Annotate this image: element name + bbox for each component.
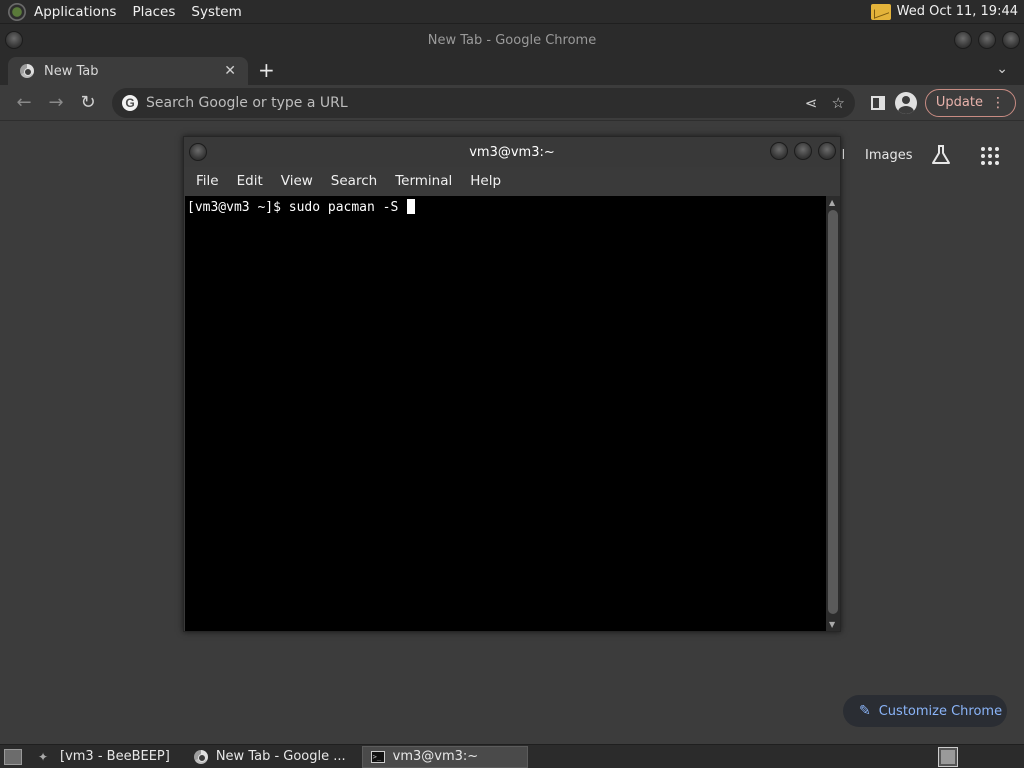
google-g-icon: G bbox=[122, 94, 138, 111]
panel-tray: Wed Oct 11, 19:44 bbox=[870, 3, 1024, 20]
window-controls bbox=[954, 31, 1020, 49]
window-menu-button[interactable] bbox=[5, 31, 23, 49]
images-link[interactable]: Images bbox=[865, 148, 913, 163]
terminal-icon: >_ bbox=[370, 750, 385, 763]
chrome-toolbar: ← → ↻ G Search Google or type a URL ⋖ ☆ … bbox=[0, 85, 1024, 121]
customize-label: Customize Chrome bbox=[878, 703, 1003, 719]
beebeep-icon: ✦ bbox=[38, 749, 49, 764]
update-label: Update bbox=[935, 95, 983, 110]
terminal-menu-terminal[interactable]: Terminal bbox=[387, 173, 460, 189]
show-desktop-icon[interactable] bbox=[4, 748, 22, 765]
update-button[interactable]: Update ⋮ bbox=[924, 88, 1016, 117]
workspace-switcher[interactable] bbox=[938, 746, 958, 767]
terminal-output[interactable]: [vm3@vm3 ~]$ sudo pacman -S bbox=[185, 196, 827, 631]
terminal-window: vm3@vm3:~ File Edit View Search Terminal… bbox=[183, 136, 841, 632]
tab-close-icon[interactable]: ✕ bbox=[224, 63, 236, 79]
taskbar-item-beebeep[interactable]: ✦ [vm3 - BeeBEEP] bbox=[30, 746, 178, 768]
customize-chrome-button[interactable]: ✎ Customize Chrome bbox=[843, 695, 1007, 727]
menu-system[interactable]: System bbox=[183, 0, 249, 24]
profile-avatar-icon[interactable] bbox=[894, 91, 917, 114]
taskbar-item-terminal[interactable]: >_ vm3@vm3:~ bbox=[361, 745, 528, 768]
side-panel-icon[interactable] bbox=[870, 95, 885, 110]
tab-strip: New Tab ✕ + ⌄ bbox=[0, 57, 1024, 85]
scrollbar-thumb[interactable] bbox=[828, 210, 838, 614]
menu-applications[interactable]: Applications bbox=[26, 0, 124, 24]
tab-label: New Tab bbox=[44, 63, 99, 79]
chrome-favicon-icon bbox=[20, 64, 34, 78]
terminal-cursor bbox=[407, 199, 416, 214]
terminal-minimize-button[interactable] bbox=[770, 142, 788, 160]
bottom-panel: ✦ [vm3 - BeeBEEP] New Tab - Google ... >… bbox=[0, 744, 1024, 768]
minimize-button[interactable] bbox=[954, 31, 972, 49]
google-apps-grid-icon[interactable] bbox=[981, 147, 999, 165]
chrome-titlebar[interactable]: New Tab - Google Chrome bbox=[0, 24, 1024, 57]
terminal-title: vm3@vm3:~ bbox=[469, 144, 555, 160]
terminal-menu-search[interactable]: Search bbox=[323, 173, 385, 189]
labs-flask-icon[interactable] bbox=[930, 144, 952, 166]
pencil-icon: ✎ bbox=[859, 703, 871, 719]
terminal-menu-help[interactable]: Help bbox=[462, 173, 509, 189]
terminal-window-controls bbox=[770, 142, 836, 160]
omnibox[interactable]: G Search Google or type a URL ⋖ ☆ bbox=[112, 87, 855, 118]
omnibox-placeholder[interactable]: Search Google or type a URL bbox=[146, 95, 791, 111]
terminal-menu-edit[interactable]: Edit bbox=[229, 173, 271, 189]
tab-new-tab[interactable]: New Tab ✕ bbox=[8, 57, 248, 85]
bookmark-star-icon[interactable]: ☆ bbox=[831, 94, 844, 112]
taskbar-item-chrome[interactable]: New Tab - Google ... bbox=[186, 746, 354, 768]
terminal-prompt-line: [vm3@vm3 ~]$ sudo pacman -S bbox=[187, 200, 407, 215]
taskbar-item-label: [vm3 - BeeBEEP] bbox=[60, 749, 170, 764]
gnome-foot-icon[interactable] bbox=[8, 2, 26, 21]
terminal-menu-view[interactable]: View bbox=[273, 173, 321, 189]
close-button[interactable] bbox=[1002, 31, 1020, 49]
scroll-down-arrow-icon[interactable]: ▼ bbox=[829, 620, 835, 629]
mail-icon[interactable] bbox=[870, 3, 891, 20]
tab-search-chevron-icon[interactable]: ⌄ bbox=[996, 61, 1008, 77]
new-tab-button[interactable]: + bbox=[258, 59, 275, 81]
taskbar-item-label: vm3@vm3:~ bbox=[392, 749, 479, 764]
top-panel: Applications Places System Wed Oct 11, 1… bbox=[0, 0, 1024, 24]
terminal-menubar: File Edit View Search Terminal Help bbox=[184, 167, 840, 195]
terminal-close-button[interactable] bbox=[818, 142, 836, 160]
terminal-titlebar[interactable]: vm3@vm3:~ bbox=[184, 137, 840, 167]
back-arrow-icon[interactable]: ← bbox=[8, 92, 40, 113]
reload-icon[interactable]: ↻ bbox=[72, 92, 104, 113]
forward-arrow-icon[interactable]: → bbox=[40, 92, 72, 113]
more-vert-icon: ⋮ bbox=[991, 94, 1005, 111]
terminal-scrollbar[interactable]: ▲ ▼ bbox=[826, 196, 840, 631]
share-icon[interactable]: ⋖ bbox=[805, 94, 818, 112]
taskbar-item-label: New Tab - Google ... bbox=[215, 749, 346, 764]
menu-places[interactable]: Places bbox=[124, 0, 183, 24]
window-title: New Tab - Google Chrome bbox=[427, 33, 597, 48]
terminal-window-menu-button[interactable] bbox=[189, 143, 207, 161]
scroll-up-arrow-icon[interactable]: ▲ bbox=[829, 198, 835, 207]
chrome-icon bbox=[193, 749, 208, 764]
maximize-button[interactable] bbox=[978, 31, 996, 49]
clock[interactable]: Wed Oct 11, 19:44 bbox=[891, 4, 1018, 19]
terminal-menu-file[interactable]: File bbox=[188, 173, 227, 189]
terminal-maximize-button[interactable] bbox=[794, 142, 812, 160]
